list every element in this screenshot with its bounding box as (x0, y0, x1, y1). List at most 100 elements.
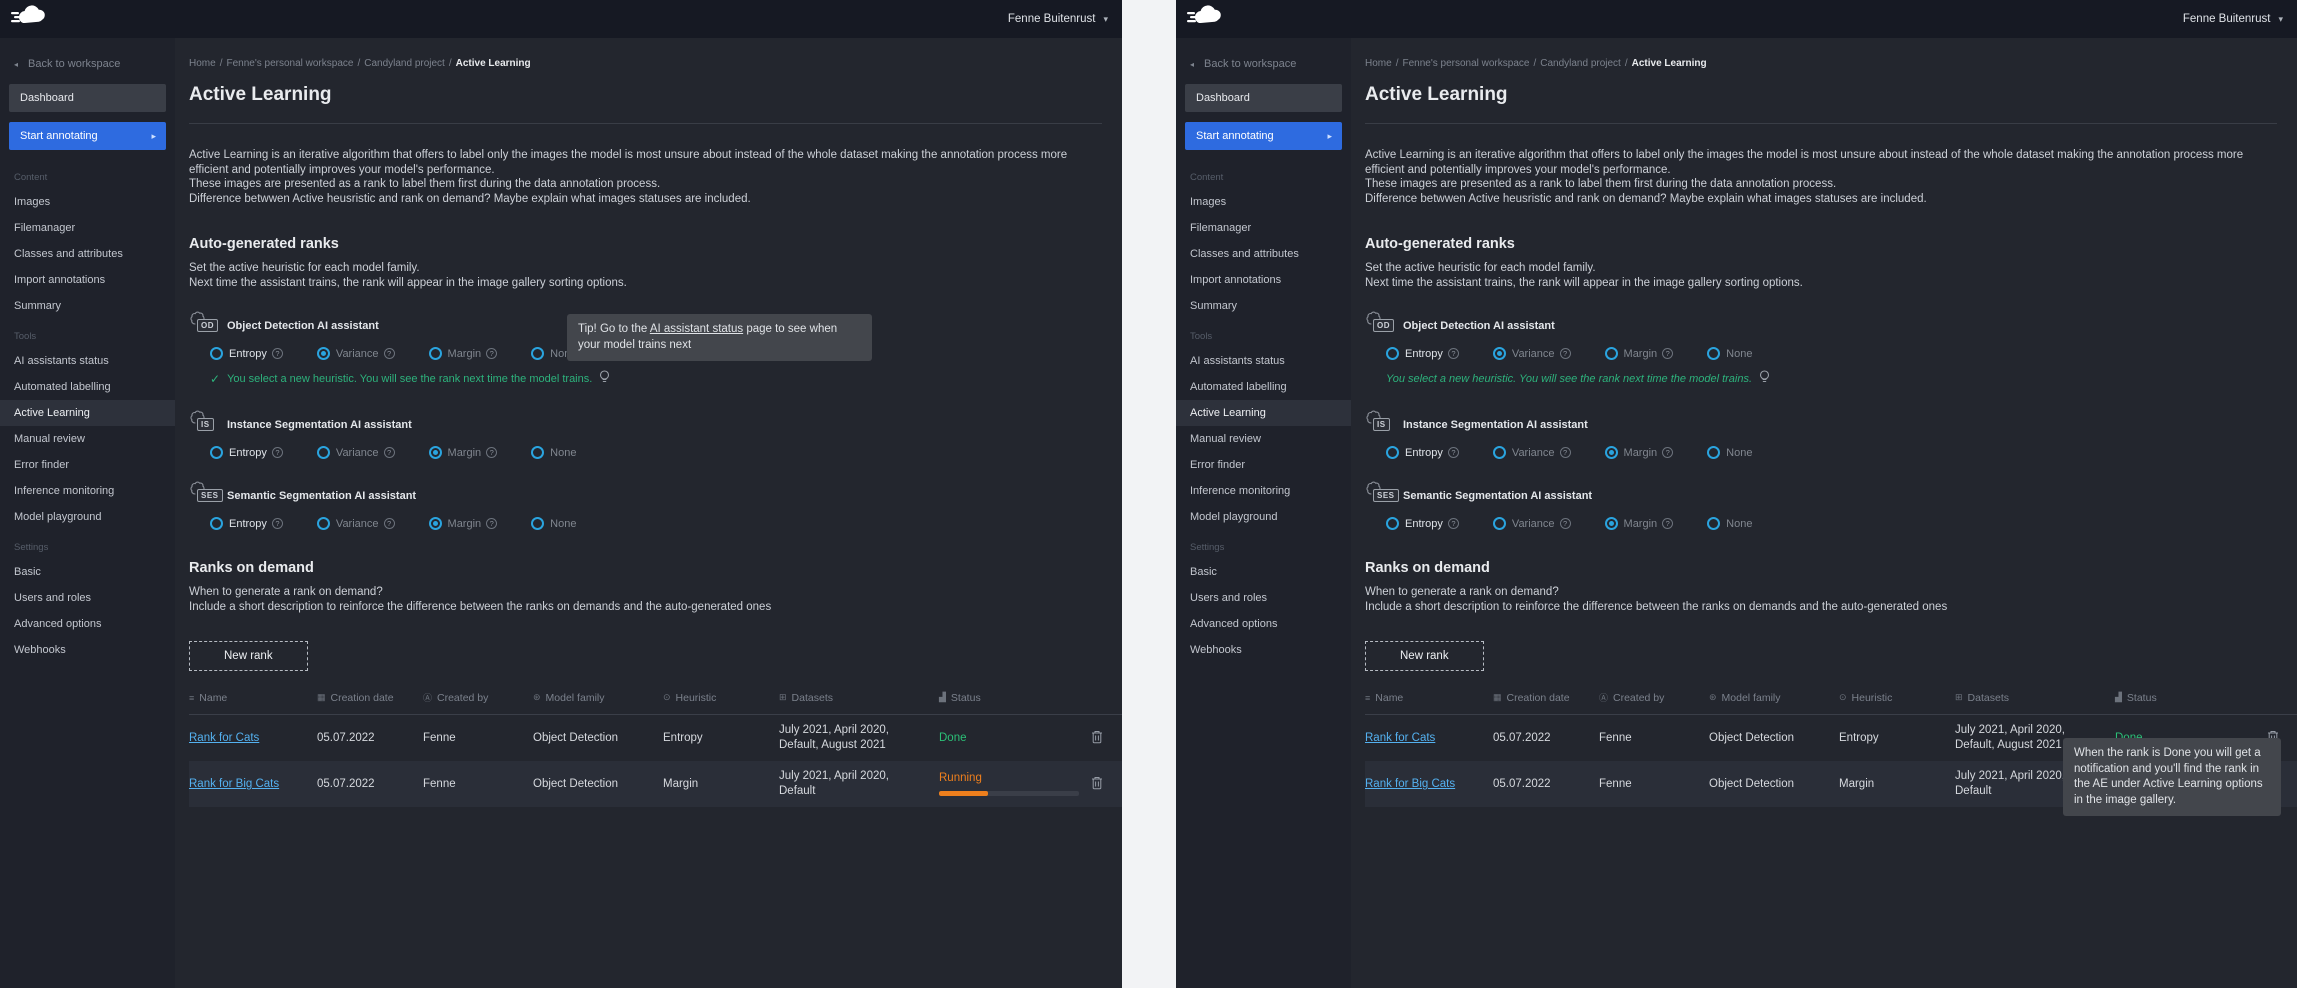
sidebar-item-classes-and-attributes[interactable]: Classes and attributes (1176, 241, 1351, 267)
radio-option-none[interactable]: None (1707, 517, 1752, 530)
sidebar-item-images[interactable]: Images (0, 189, 175, 215)
radio-option-margin[interactable]: Margin? (1605, 347, 1674, 360)
radio-unselected-icon[interactable] (1386, 517, 1399, 530)
radio-unselected-icon[interactable] (210, 517, 223, 530)
lightbulb-icon[interactable] (599, 370, 610, 388)
sidebar-item-active-learning[interactable]: Active Learning (0, 400, 175, 426)
sidebar-item-error-finder[interactable]: Error finder (1176, 452, 1351, 478)
breadcrumb-link[interactable]: Candyland project (1540, 58, 1621, 69)
radio-option-variance[interactable]: Variance? (317, 347, 395, 360)
sidebar-item-ai-assistants-status[interactable]: AI assistants status (0, 348, 175, 374)
column-header-name[interactable]: ≡Name (1365, 692, 1493, 704)
column-header-datasets[interactable]: ⊞Datasets (1955, 692, 2115, 704)
info-icon[interactable]: ? (1448, 348, 1459, 359)
info-icon[interactable]: ? (272, 518, 283, 529)
sidebar-item-webhooks[interactable]: Webhooks (1176, 637, 1351, 663)
column-header-model-family[interactable]: ⊛Model family (533, 692, 663, 704)
sidebar-item-ai-assistants-status[interactable]: AI assistants status (1176, 348, 1351, 374)
back-to-workspace[interactable]: ◂ Back to workspace (0, 52, 175, 84)
info-icon[interactable]: ? (384, 348, 395, 359)
sidebar-item-advanced-options[interactable]: Advanced options (0, 611, 175, 637)
radio-option-entropy[interactable]: Entropy? (1386, 347, 1459, 360)
radio-option-entropy[interactable]: Entropy? (210, 446, 283, 459)
info-icon[interactable]: ? (1560, 348, 1571, 359)
radio-unselected-icon[interactable] (1493, 446, 1506, 459)
info-icon[interactable]: ? (1560, 518, 1571, 529)
ai-assistant-status-link[interactable]: AI assistant status (650, 323, 743, 335)
breadcrumb-link[interactable]: Fenne's personal workspace (226, 58, 353, 69)
start-annotating-button[interactable]: Start annotating ▸ (1185, 122, 1342, 150)
radio-option-variance[interactable]: Variance? (317, 446, 395, 459)
sidebar-item-import-annotations[interactable]: Import annotations (1176, 267, 1351, 293)
sidebar-item-summary[interactable]: Summary (0, 293, 175, 319)
radio-option-margin[interactable]: Margin? (1605, 446, 1674, 459)
info-icon[interactable]: ? (1448, 518, 1459, 529)
radio-selected-icon[interactable] (429, 517, 442, 530)
radio-option-none[interactable]: None (531, 446, 576, 459)
column-header-datasets[interactable]: ⊞Datasets (779, 692, 939, 704)
info-icon[interactable]: ? (1662, 447, 1673, 458)
radio-option-margin[interactable]: Margin? (1605, 517, 1674, 530)
radio-selected-icon[interactable] (317, 347, 330, 360)
user-menu[interactable]: Fenne Buitenrust ▾ (2183, 13, 2283, 25)
sidebar-item-users-and-roles[interactable]: Users and roles (1176, 585, 1351, 611)
info-icon[interactable]: ? (1662, 518, 1673, 529)
radio-unselected-icon[interactable] (1493, 517, 1506, 530)
column-header-heuristic[interactable]: ⊙Heuristic (663, 692, 779, 704)
radio-unselected-icon[interactable] (531, 347, 544, 360)
radio-unselected-icon[interactable] (1707, 517, 1720, 530)
sidebar-item-summary[interactable]: Summary (1176, 293, 1351, 319)
sidebar-item-classes-and-attributes[interactable]: Classes and attributes (0, 241, 175, 267)
column-header-status[interactable]: ▟Status (939, 692, 1089, 704)
column-header-creation-date[interactable]: ▦Creation date (317, 692, 423, 704)
radio-option-variance[interactable]: Variance? (1493, 517, 1571, 530)
sidebar-item-model-playground[interactable]: Model playground (0, 504, 175, 530)
radio-option-margin[interactable]: Margin? (429, 347, 498, 360)
radio-option-entropy[interactable]: Entropy? (210, 347, 283, 360)
sidebar-item-automated-labelling[interactable]: Automated labelling (1176, 374, 1351, 400)
radio-unselected-icon[interactable] (531, 446, 544, 459)
sidebar-item-model-playground[interactable]: Model playground (1176, 504, 1351, 530)
radio-option-none[interactable]: None (1707, 446, 1752, 459)
info-icon[interactable]: ? (486, 518, 497, 529)
info-icon[interactable]: ? (384, 518, 395, 529)
radio-unselected-icon[interactable] (1386, 347, 1399, 360)
rank-link[interactable]: Rank for Cats (1365, 732, 1435, 744)
radio-unselected-icon[interactable] (210, 347, 223, 360)
breadcrumb-link[interactable]: Home (189, 58, 216, 69)
radio-unselected-icon[interactable] (1605, 347, 1618, 360)
delete-icon[interactable] (1089, 775, 1105, 791)
sidebar-item-import-annotations[interactable]: Import annotations (0, 267, 175, 293)
sidebar-item-filemanager[interactable]: Filemanager (1176, 215, 1351, 241)
delete-icon[interactable] (1089, 729, 1105, 745)
back-to-workspace[interactable]: ◂ Back to workspace (1176, 52, 1351, 84)
radio-option-none[interactable]: None (1707, 347, 1752, 360)
radio-option-margin[interactable]: Margin? (429, 517, 498, 530)
start-annotating-button[interactable]: Start annotating ▸ (9, 122, 166, 150)
radio-unselected-icon[interactable] (1386, 446, 1399, 459)
sidebar-item-users-and-roles[interactable]: Users and roles (0, 585, 175, 611)
rank-link[interactable]: Rank for Big Cats (1365, 778, 1455, 790)
new-rank-button[interactable]: New rank (1365, 641, 1484, 671)
radio-unselected-icon[interactable] (317, 446, 330, 459)
sidebar-item-images[interactable]: Images (1176, 189, 1351, 215)
column-header-name[interactable]: ≡Name (189, 692, 317, 704)
radio-option-entropy[interactable]: Entropy? (1386, 446, 1459, 459)
dashboard-button[interactable]: Dashboard (1185, 84, 1342, 112)
radio-selected-icon[interactable] (1605, 517, 1618, 530)
column-header-model-family[interactable]: ⊛Model family (1709, 692, 1839, 704)
radio-option-none[interactable]: None (531, 517, 576, 530)
radio-selected-icon[interactable] (1493, 347, 1506, 360)
radio-option-margin[interactable]: Margin? (429, 446, 498, 459)
column-header-status[interactable]: ▟Status (2115, 692, 2265, 704)
sidebar-item-filemanager[interactable]: Filemanager (0, 215, 175, 241)
breadcrumb-link[interactable]: Home (1365, 58, 1392, 69)
column-header-created-by[interactable]: ⒶCreated by (1599, 691, 1709, 704)
radio-option-variance[interactable]: Variance? (1493, 446, 1571, 459)
sidebar-item-automated-labelling[interactable]: Automated labelling (0, 374, 175, 400)
radio-unselected-icon[interactable] (429, 347, 442, 360)
info-icon[interactable]: ? (1662, 348, 1673, 359)
info-icon[interactable]: ? (384, 447, 395, 458)
radio-selected-icon[interactable] (1605, 446, 1618, 459)
radio-option-variance[interactable]: Variance? (1493, 347, 1571, 360)
